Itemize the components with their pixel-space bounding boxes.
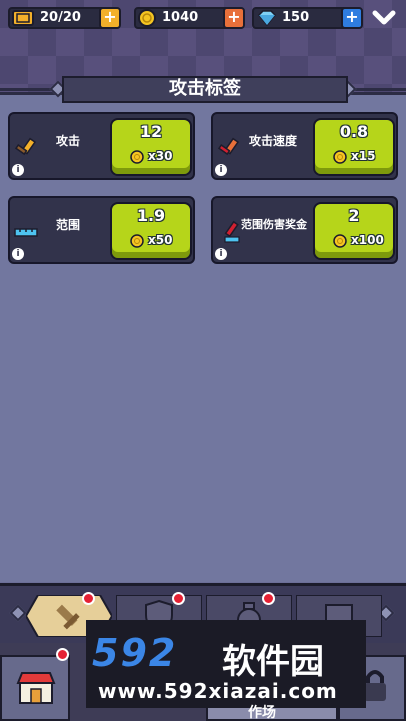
info-icon[interactable]: i	[12, 164, 24, 176]
nav-shop[interactable]	[0, 655, 70, 721]
upgrade-button[interactable]: 0.8 x15	[313, 118, 395, 176]
coin-icon	[333, 234, 347, 248]
upgrade-cost: x15	[351, 149, 376, 163]
upgrade-label: 范围伤害奖金	[241, 218, 307, 231]
upgrade-card-range: 范围 i 1.9 x50	[8, 196, 195, 264]
notification-dot	[56, 648, 69, 661]
upgrade-level: 0.8	[339, 122, 369, 141]
upgrade-label: 攻击	[56, 134, 81, 148]
ruler-icon	[14, 228, 38, 237]
sword-ruler-icon	[224, 220, 240, 243]
upgrade-label: 攻击速度	[249, 134, 298, 148]
info-icon[interactable]: i	[215, 248, 227, 260]
nav-center-label: 作场	[248, 705, 276, 721]
coins-counter: 1040 +	[134, 7, 245, 29]
upgrade-label: 范围	[56, 218, 81, 232]
ticket-icon	[12, 10, 34, 26]
page-title: 攻击标签	[62, 76, 348, 103]
gems-counter: 150 +	[252, 7, 363, 29]
add-energy-button[interactable]: +	[99, 7, 121, 29]
upgrade-button[interactable]: 2 x100	[313, 202, 395, 260]
chevron-down-icon[interactable]	[371, 6, 397, 30]
sword-icon	[14, 137, 37, 156]
upgrade-card-attack-speed: 攻击速度 i 0.8 x15	[211, 112, 398, 180]
energy-counter: 20/20 +	[8, 7, 121, 29]
upgrade-card-attack: 攻击 i 12 x30	[8, 112, 195, 180]
upgrade-cost: x100	[351, 233, 384, 247]
fast-sword-icon	[217, 137, 240, 156]
upgrade-button[interactable]: 12 x30	[110, 118, 192, 176]
watermark-url: www.592xiazai.com	[98, 679, 338, 703]
notification-dot	[262, 592, 275, 605]
info-icon[interactable]: i	[12, 248, 24, 260]
add-gems-button[interactable]: +	[341, 7, 363, 29]
upgrade-card-range-damage-bonus: 范围伤害奖金 i 2 x100	[211, 196, 398, 264]
coin-icon	[333, 150, 347, 164]
coins-value: 1040	[162, 10, 199, 25]
coin-icon	[130, 150, 144, 164]
energy-value: 20/20	[40, 10, 81, 25]
upgrade-button[interactable]: 1.9 x50	[110, 202, 192, 260]
upgrade-cost: x30	[148, 149, 173, 163]
notification-dot	[82, 592, 95, 605]
watermark-logo: 592	[92, 631, 178, 675]
coin-icon	[138, 9, 156, 27]
upgrade-level: 2	[348, 206, 360, 225]
info-icon[interactable]: i	[215, 164, 227, 176]
notification-dot	[172, 592, 185, 605]
shop-icon	[16, 672, 56, 704]
gems-value: 150	[282, 10, 310, 25]
watermark-title: 软件园	[222, 642, 324, 682]
coin-icon	[130, 234, 144, 248]
add-coins-button[interactable]: +	[223, 7, 245, 29]
upgrade-cost: x50	[148, 233, 173, 247]
upgrade-level: 12	[139, 122, 163, 141]
diamond-icon	[257, 10, 277, 27]
upgrade-level: 1.9	[136, 206, 166, 225]
